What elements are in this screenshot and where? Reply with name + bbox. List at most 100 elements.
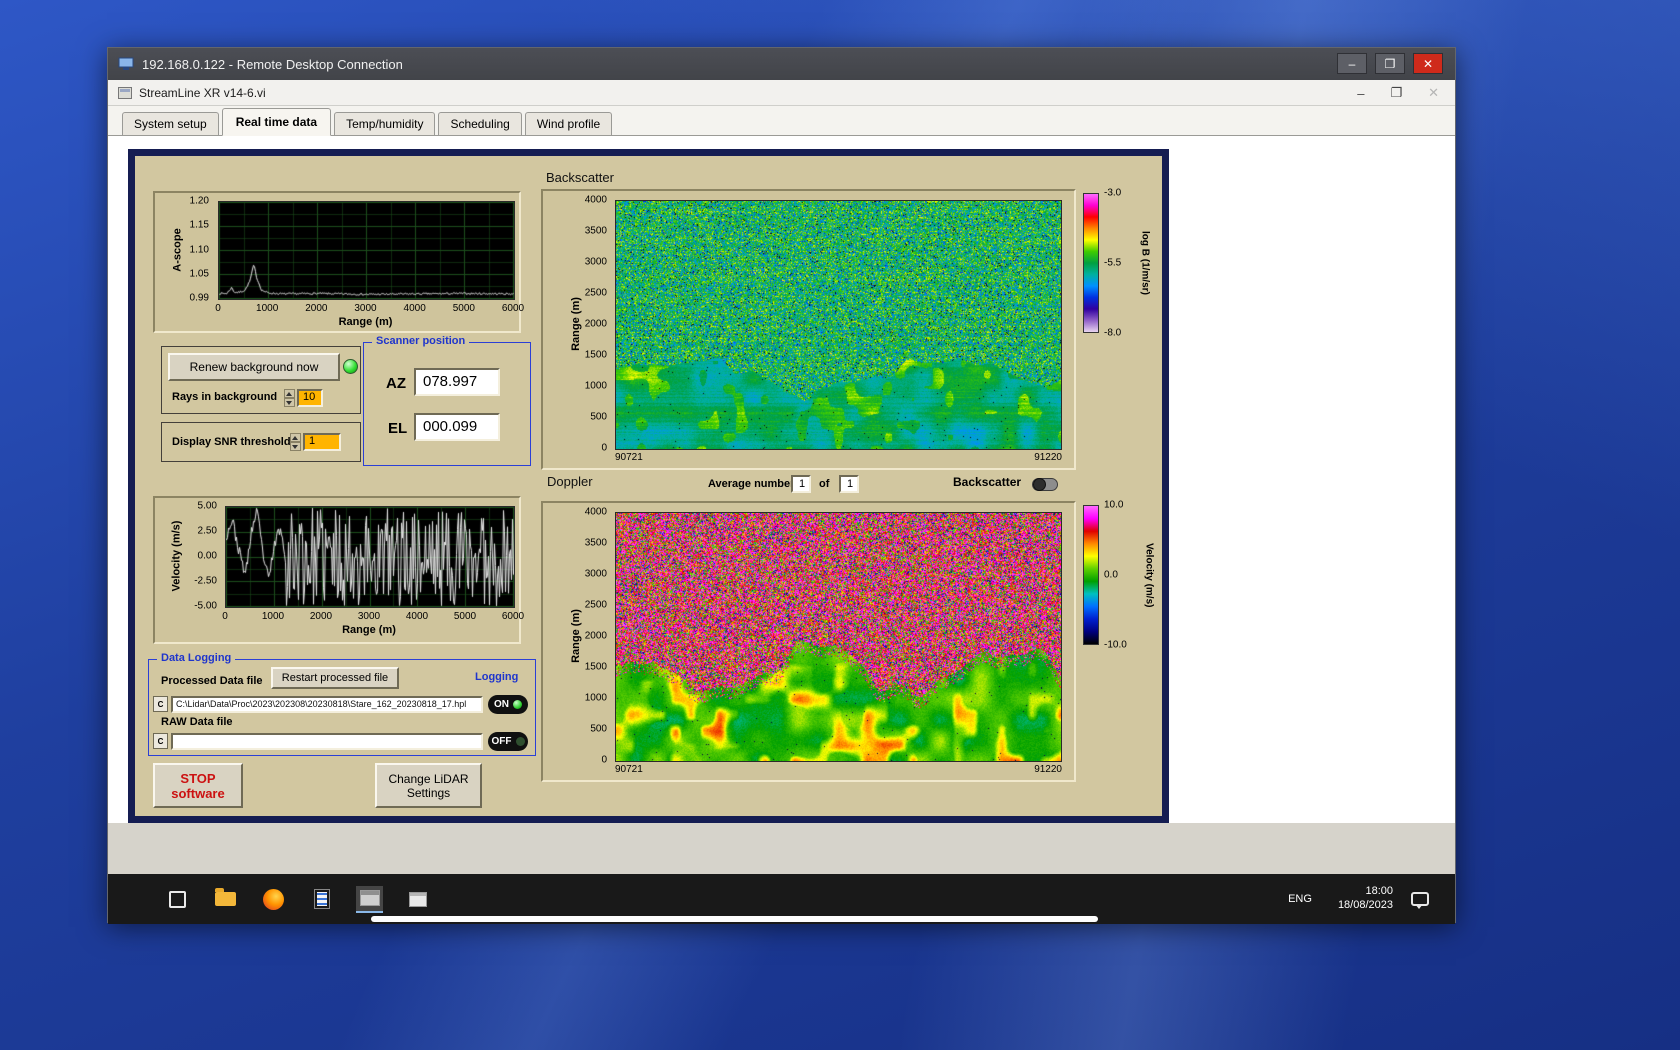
tab-system-setup[interactable]: System setup bbox=[122, 112, 219, 135]
y-tick-label: 2000 bbox=[584, 318, 607, 330]
of-label: of bbox=[819, 478, 830, 490]
clock-date: 18/08/2023 bbox=[1337, 899, 1393, 911]
x-tick-label: 4000 bbox=[405, 611, 429, 622]
vi-icon bbox=[118, 86, 132, 99]
tab-real-time-data[interactable]: Real time data bbox=[221, 108, 332, 136]
y-tick-label: 3500 bbox=[584, 537, 607, 549]
velocity-x-axis-label: Range (m) bbox=[342, 624, 396, 636]
processed-drive-icon[interactable]: C bbox=[153, 696, 168, 712]
scan-scheduler-icon[interactable] bbox=[404, 886, 431, 913]
y-tick-label: 2000 bbox=[584, 630, 607, 642]
scanner-position-group: Scanner position AZ 078.997 EL 000.099 bbox=[363, 335, 531, 466]
renew-background-led bbox=[343, 359, 358, 374]
x-tick-label: 0 bbox=[222, 611, 228, 622]
data-logging-title: Data Logging bbox=[157, 652, 236, 664]
change-lidar-settings-button[interactable]: Change LiDAR Settings bbox=[375, 763, 482, 808]
backscatter-toggle-switch[interactable] bbox=[1032, 478, 1058, 491]
y-tick-label: 3000 bbox=[584, 256, 607, 268]
renew-background-button[interactable]: Renew background now bbox=[168, 353, 340, 381]
streamline-app-icon[interactable] bbox=[356, 885, 383, 913]
ascope-graph: A-scope 1.20 1.15 1.10 1.05 0.99 0 1000 2000 30… bbox=[153, 191, 524, 333]
vi-window-title: StreamLine XR v14-6.vi bbox=[139, 85, 266, 100]
snr-spinner[interactable] bbox=[290, 433, 301, 451]
desktop-background: 192.168.0.122 - Remote Desktop Connectio… bbox=[0, 0, 1680, 1050]
snr-group: Display SNR threshold 1 bbox=[161, 422, 361, 462]
x-tick-label: 5000 bbox=[452, 303, 475, 314]
y-tick-label: 500 bbox=[590, 411, 607, 423]
backscatter-graph: Range (m) 4000 3500 3000 2500 2000 1500 1000 50… bbox=[541, 189, 1076, 470]
raw-drive-icon[interactable]: C bbox=[153, 733, 168, 749]
backscatter-x-ticks: 90721 91220 bbox=[615, 452, 1062, 465]
ascope-plot-area bbox=[218, 201, 515, 300]
horizontal-scrollbar-thumb[interactable] bbox=[371, 916, 1098, 922]
average-total-field[interactable]: 1 bbox=[839, 475, 859, 493]
y-tick-label: -8.0 bbox=[1104, 327, 1122, 339]
vi-restore-button[interactable]: ❐ bbox=[1390, 85, 1402, 101]
y-tick-label: 0 bbox=[601, 754, 607, 766]
task-view-icon[interactable] bbox=[164, 886, 191, 913]
backscatter-colorbar-ticks: -3.0 -5.5 -8.0 bbox=[1104, 188, 1138, 339]
tab-temp-humidity[interactable]: Temp/humidity bbox=[334, 112, 436, 135]
x-tick-label: 0 bbox=[215, 303, 221, 314]
raw-logging-off-button[interactable]: OFF bbox=[488, 732, 528, 751]
snr-value-field[interactable]: 1 bbox=[303, 433, 341, 451]
doppler-heatmap-canvas bbox=[616, 513, 1061, 761]
document-app-icon[interactable] bbox=[308, 886, 335, 913]
x-tick-label: 3000 bbox=[354, 303, 377, 314]
y-tick-label: 0 bbox=[601, 442, 607, 454]
notification-icon[interactable] bbox=[1411, 892, 1429, 909]
firefox-icon[interactable] bbox=[260, 886, 287, 913]
x-tick-label: 1000 bbox=[261, 611, 285, 622]
rdp-titlebar[interactable]: 192.168.0.122 - Remote Desktop Connectio… bbox=[108, 48, 1455, 80]
tab-wind-profile[interactable]: Wind profile bbox=[524, 112, 613, 135]
rays-in-background-label: Rays in background bbox=[172, 391, 278, 403]
velocity-x-ticks: 0 1000 2000 3000 4000 5000 6000 bbox=[222, 611, 524, 624]
rdp-close-button[interactable]: ✕ bbox=[1413, 53, 1443, 74]
processed-path-field[interactable]: C:\Lidar\Data\Proc\2023\202308\20230818\… bbox=[171, 696, 483, 713]
tab-strip: System setup Real time data Temp/humidit… bbox=[108, 106, 1455, 136]
doppler-plot-area bbox=[615, 512, 1062, 762]
y-tick-label: 0.99 bbox=[189, 292, 209, 304]
y-tick-label: 0.0 bbox=[1104, 569, 1118, 581]
y-tick-label: 2.50 bbox=[197, 525, 217, 537]
rdp-window: 192.168.0.122 - Remote Desktop Connectio… bbox=[107, 47, 1456, 924]
doppler-x-ticks: 90721 91220 bbox=[615, 764, 1062, 777]
backscatter-heatmap-canvas bbox=[616, 201, 1061, 449]
restart-processed-file-button[interactable]: Restart processed file bbox=[271, 667, 399, 689]
raw-path-field[interactable] bbox=[171, 733, 483, 750]
backscatter-colorbar-label: log B (1/m/sr) bbox=[1139, 231, 1151, 295]
toggle-knob bbox=[1033, 478, 1046, 491]
vi-close-button[interactable]: ✕ bbox=[1428, 85, 1439, 101]
vi-minimize-button[interactable]: – bbox=[1357, 86, 1364, 101]
processed-logging-on-button[interactable]: ON bbox=[488, 695, 528, 714]
file-explorer-icon[interactable] bbox=[212, 886, 239, 913]
average-number-field[interactable]: 1 bbox=[791, 475, 811, 493]
y-tick-label: 5.00 bbox=[197, 500, 217, 512]
rays-spinner[interactable] bbox=[284, 389, 295, 407]
doppler-colorbar-label: Velocity (m/s) bbox=[1143, 542, 1155, 608]
rdp-minimize-button[interactable]: – bbox=[1337, 53, 1367, 74]
ascope-x-axis-label: Range (m) bbox=[338, 316, 393, 328]
front-panel: A-scope 1.20 1.15 1.10 1.05 0.99 0 1000 2000 30… bbox=[135, 156, 1162, 816]
vi-titlebar[interactable]: StreamLine XR v14-6.vi – ❐ ✕ bbox=[108, 80, 1455, 106]
y-tick-label: 1000 bbox=[584, 692, 607, 704]
clock[interactable]: 18:00 18/08/2023 bbox=[1338, 885, 1393, 913]
doppler-y-ticks: 4000 3500 3000 2500 2000 1500 1000 500 0 bbox=[573, 507, 611, 766]
x-tick-label: 90721 bbox=[615, 452, 643, 463]
y-tick-label: 1.10 bbox=[189, 244, 209, 255]
doppler-section-title: Doppler bbox=[547, 474, 593, 489]
average-number-label: Average number bbox=[708, 478, 795, 490]
tab-scheduling[interactable]: Scheduling bbox=[438, 112, 522, 135]
doppler-colorbar bbox=[1083, 505, 1099, 645]
doppler-graph: Range (m) 4000 3500 3000 2500 2000 1500 1000 50… bbox=[541, 501, 1076, 782]
rays-value-field[interactable]: 10 bbox=[297, 389, 323, 407]
rdp-window-title: 192.168.0.122 - Remote Desktop Connectio… bbox=[142, 56, 403, 72]
rdp-maximize-button[interactable]: ❐ bbox=[1375, 53, 1405, 74]
velocity-graph: Velocity (m/s) 5.00 2.50 0.00 -2.50 -5.00 01… bbox=[153, 496, 524, 644]
stop-software-button[interactable]: STOP software bbox=[153, 763, 243, 808]
y-tick-label: -5.5 bbox=[1104, 257, 1122, 269]
backscatter-colorbar bbox=[1083, 193, 1099, 333]
language-indicator[interactable]: ENG bbox=[1280, 887, 1320, 911]
data-logging-group: Data Logging Processed Data file Restart… bbox=[148, 652, 536, 756]
ascope-plot-canvas bbox=[219, 202, 514, 299]
